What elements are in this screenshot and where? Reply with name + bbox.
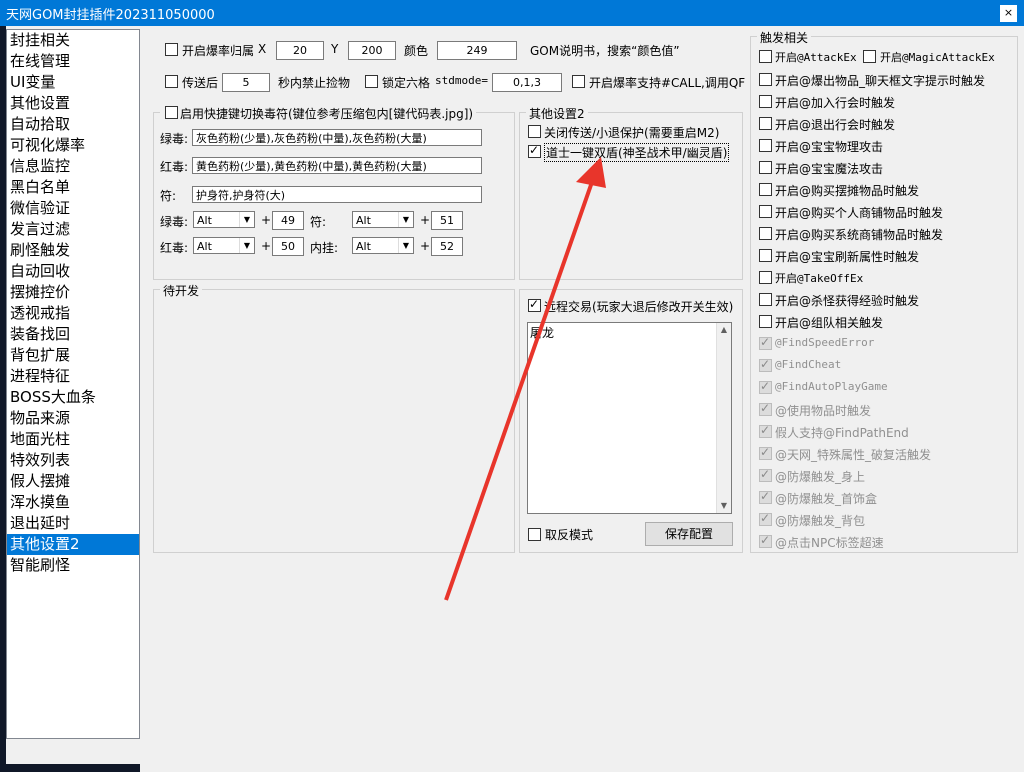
arrow-head: [576, 157, 606, 188]
arrow-shaft: [444, 181, 594, 601]
annotation-arrow: [444, 157, 606, 601]
